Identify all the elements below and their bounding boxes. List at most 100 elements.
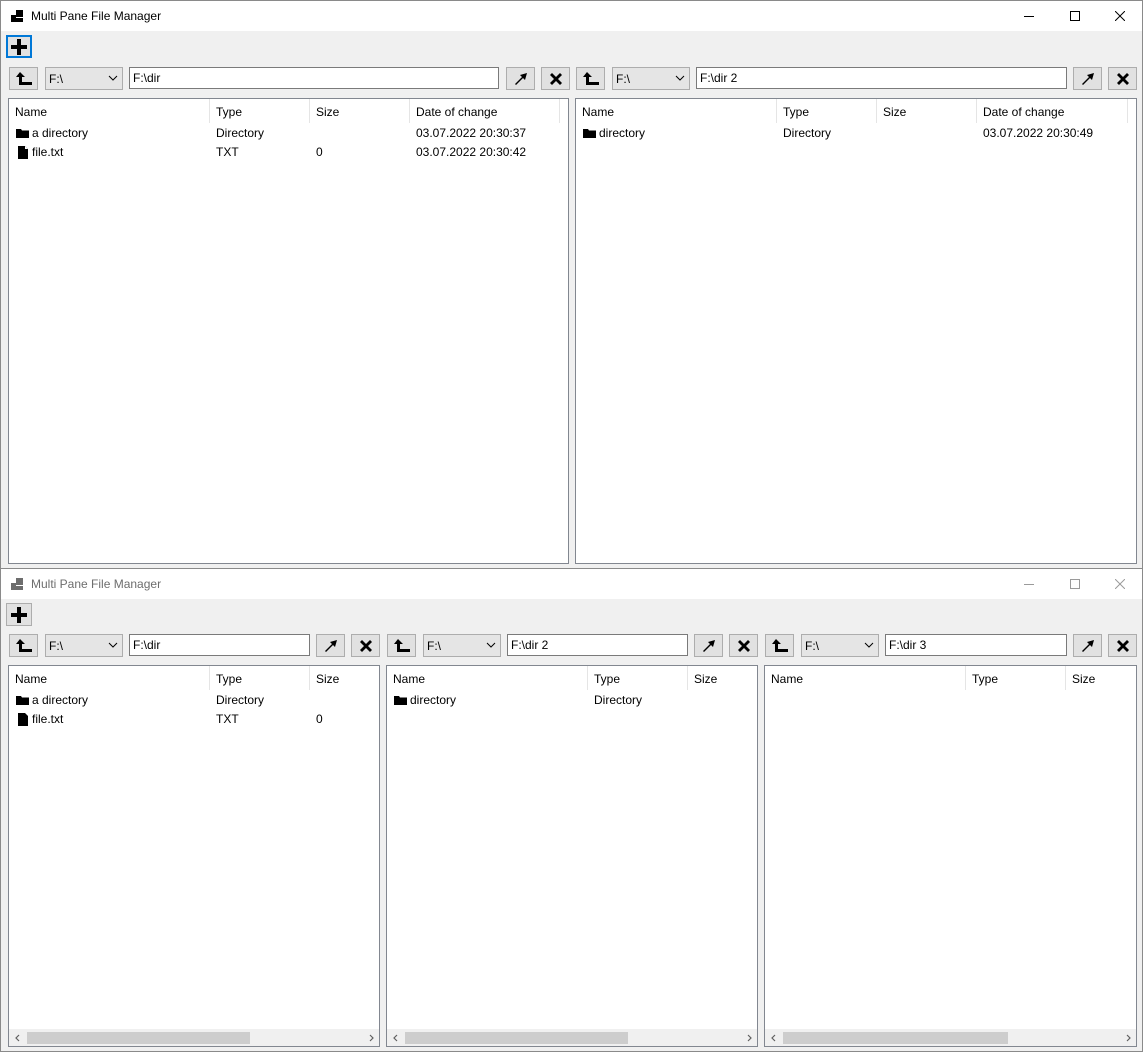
column-type[interactable]: Type — [588, 666, 688, 690]
parent-directory-button[interactable] — [9, 634, 38, 657]
path-input[interactable]: F:\dir 3 — [885, 634, 1067, 656]
drive-value: F:\ — [616, 72, 630, 86]
item-name: directory — [410, 693, 457, 707]
go-button[interactable] — [1073, 634, 1102, 657]
column-name[interactable]: Name — [576, 99, 777, 123]
column-type[interactable]: Type — [210, 99, 310, 123]
horizontal-scrollbar[interactable] — [765, 1029, 1136, 1046]
folder-icon — [16, 129, 29, 138]
path-input[interactable]: F:\dir — [129, 67, 499, 89]
scroll-left-button[interactable] — [387, 1029, 404, 1046]
scroll-thumb[interactable] — [405, 1032, 628, 1044]
drive-select[interactable]: F:\ — [45, 67, 123, 90]
file-list[interactable]: Name Type Size directory Directory — [386, 665, 758, 1047]
file-list[interactable]: Name Type Size — [764, 665, 1137, 1047]
file-list[interactable]: Name Type Size Date of change a director… — [8, 98, 569, 564]
list-item[interactable]: directory Directory — [387, 691, 757, 710]
parent-directory-button[interactable] — [9, 67, 38, 90]
item-type: TXT — [216, 712, 239, 726]
add-pane-button[interactable] — [6, 603, 32, 626]
column-size[interactable]: Size — [688, 666, 757, 690]
list-item[interactable]: file.txt TXT 0 03.07.2022 20:30:42 — [9, 143, 568, 162]
up-arrow-icon — [771, 638, 788, 652]
path-input[interactable]: F:\dir — [129, 634, 310, 656]
folder-icon — [394, 696, 407, 705]
scroll-right-button[interactable] — [740, 1029, 757, 1046]
column-name[interactable]: Name — [9, 666, 210, 690]
column-type[interactable]: Type — [777, 99, 877, 123]
path-value: F:\dir 3 — [889, 638, 927, 652]
maximize-button[interactable] — [1052, 1, 1098, 31]
horizontal-scrollbar[interactable] — [9, 1029, 379, 1046]
go-arrow-icon — [514, 72, 527, 85]
parent-directory-button[interactable] — [576, 67, 605, 90]
go-button[interactable] — [694, 634, 723, 657]
list-item[interactable]: directory Directory 03.07.2022 20:30:49 — [576, 124, 1136, 143]
minimize-button[interactable] — [1006, 569, 1052, 599]
file-manager-window-bottom: Multi Pane File Manager F:\ F:\dir F:\ F… — [0, 568, 1143, 1052]
scroll-thumb[interactable] — [783, 1032, 1008, 1044]
go-button[interactable] — [316, 634, 345, 657]
maximize-button[interactable] — [1052, 569, 1098, 599]
drive-select[interactable]: F:\ — [612, 67, 690, 90]
file-list[interactable]: Name Type Size a directory Directory fil… — [8, 665, 380, 1047]
plus-icon — [11, 38, 27, 55]
scroll-left-button[interactable] — [765, 1029, 782, 1046]
list-item[interactable]: file.txt TXT 0 — [9, 710, 379, 729]
drive-select[interactable]: F:\ — [45, 634, 123, 657]
item-type: Directory — [216, 126, 265, 140]
column-date[interactable]: Date of change — [977, 99, 1128, 123]
column-type[interactable]: Type — [966, 666, 1066, 690]
path-value: F:\dir — [133, 71, 161, 85]
scroll-right-button[interactable] — [362, 1029, 379, 1046]
path-input[interactable]: F:\dir 2 — [507, 634, 688, 656]
column-size[interactable]: Size — [1066, 666, 1136, 690]
close-pane-icon — [359, 639, 372, 652]
column-size[interactable]: Size — [877, 99, 977, 123]
item-type: Directory — [594, 693, 643, 707]
close-pane-button[interactable] — [351, 634, 380, 657]
close-button[interactable] — [1097, 569, 1143, 599]
chevron-left-icon — [392, 1034, 397, 1041]
path-input[interactable]: F:\dir 2 — [696, 67, 1067, 89]
file-list[interactable]: Name Type Size Date of change directory … — [575, 98, 1137, 564]
drive-select[interactable]: F:\ — [801, 634, 879, 657]
parent-directory-button[interactable] — [765, 634, 794, 657]
up-arrow-icon — [15, 638, 32, 652]
horizontal-scrollbar[interactable] — [387, 1029, 757, 1046]
scroll-left-button[interactable] — [9, 1029, 26, 1046]
close-pane-button[interactable] — [1108, 634, 1137, 657]
up-arrow-icon — [15, 71, 32, 85]
column-size[interactable]: Size — [310, 666, 379, 690]
column-name[interactable]: Name — [9, 99, 210, 123]
path-value: F:\dir 2 — [511, 638, 549, 652]
list-item[interactable]: a directory Directory 03.07.2022 20:30:3… — [9, 124, 568, 143]
title-bar[interactable]: Multi Pane File Manager — [1, 1, 1142, 31]
go-button[interactable] — [1073, 67, 1102, 90]
chevron-left-icon — [770, 1034, 775, 1041]
drive-value: F:\ — [49, 639, 63, 653]
drive-select[interactable]: F:\ — [423, 634, 501, 657]
item-name: directory — [599, 126, 646, 140]
close-pane-button[interactable] — [729, 634, 758, 657]
close-pane-button[interactable] — [1108, 67, 1137, 90]
column-date[interactable]: Date of change — [410, 99, 560, 123]
window-title: Multi Pane File Manager — [31, 9, 162, 23]
scroll-thumb[interactable] — [27, 1032, 250, 1044]
column-name[interactable]: Name — [765, 666, 966, 690]
chevron-down-icon — [108, 642, 118, 648]
close-pane-button[interactable] — [541, 67, 570, 90]
item-date: 03.07.2022 20:30:49 — [983, 126, 1094, 140]
parent-directory-button[interactable] — [387, 634, 416, 657]
column-name[interactable]: Name — [387, 666, 588, 690]
add-pane-button[interactable] — [6, 35, 32, 58]
minimize-button[interactable] — [1006, 1, 1052, 31]
column-type[interactable]: Type — [210, 666, 310, 690]
title-bar[interactable]: Multi Pane File Manager — [1, 569, 1142, 599]
close-button[interactable] — [1097, 1, 1143, 31]
go-button[interactable] — [506, 67, 535, 90]
go-arrow-icon — [324, 639, 337, 652]
list-item[interactable]: a directory Directory — [9, 691, 379, 710]
column-size[interactable]: Size — [310, 99, 410, 123]
scroll-right-button[interactable] — [1119, 1029, 1136, 1046]
